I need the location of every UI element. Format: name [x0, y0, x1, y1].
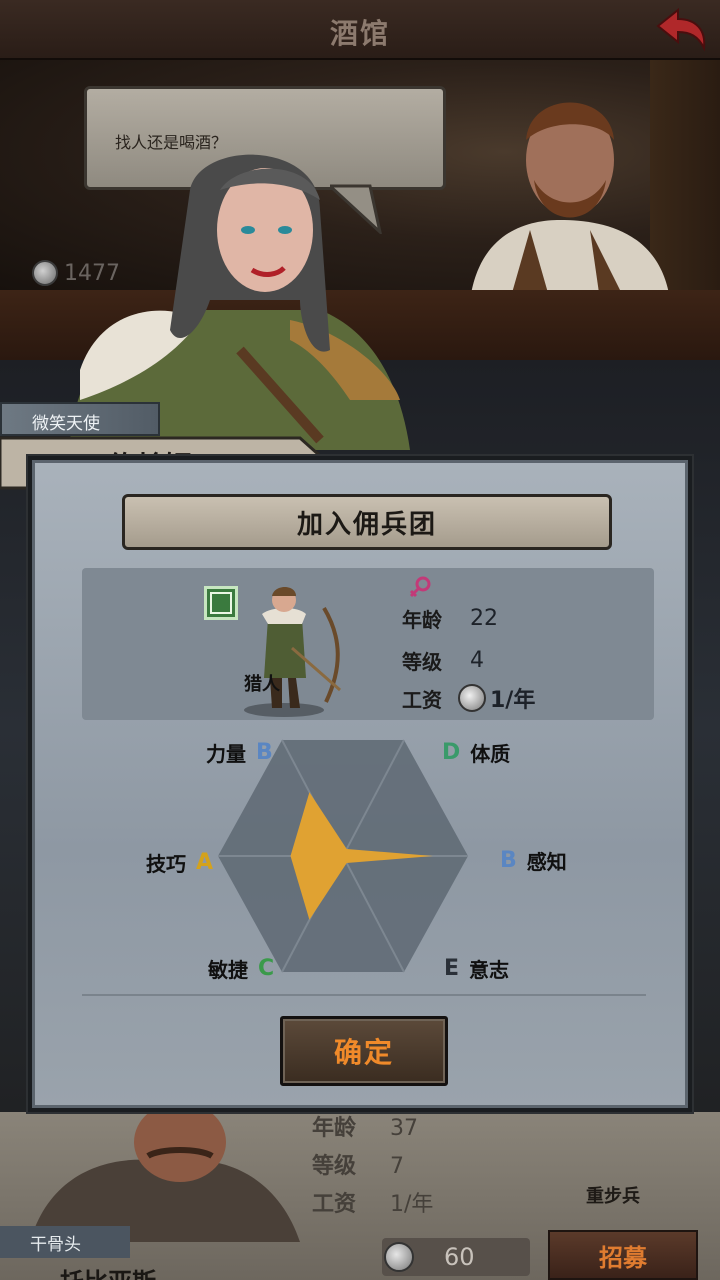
agility-grade: C [258, 956, 275, 981]
skill-grade: A [196, 850, 214, 875]
tavern-keeper-image [470, 102, 670, 300]
recruit-epithet-tag: 微笑天使 [0, 402, 160, 436]
page-title: 酒馆 [329, 17, 390, 50]
level-row: 等级 4 [402, 648, 484, 674]
coin-icon [32, 260, 58, 286]
confirm-label: 确定 [333, 1036, 394, 1069]
recruit-button[interactable]: 招募 [548, 1230, 698, 1280]
bg-wage: 工资 1/年 [312, 1192, 434, 1217]
attr-strength: 力量 B [206, 740, 273, 766]
class-label: 猎人 [244, 674, 280, 695]
perception-grade: B [500, 848, 517, 873]
back-arrow-icon[interactable] [652, 4, 712, 54]
recruit-info-panel: 猎人 年龄 22 等级 4 工资 1/年 [82, 568, 654, 720]
price-value: 60 [444, 1243, 475, 1271]
age-value: 22 [470, 606, 498, 631]
age-row: 年龄 22 [402, 606, 498, 632]
mercenary-portrait-image [30, 1112, 300, 1242]
strength-grade: B [256, 740, 273, 765]
top-bar: 酒馆 [0, 0, 720, 60]
attr-perception: B 感知 [500, 848, 567, 874]
recruit-modal: 加入佣兵团 猎人 年龄 22 等级 4 工资 1/年 力量 B D 体质 技巧 … [28, 456, 692, 1112]
bg-name: 托比亚斯 [60, 1262, 156, 1280]
modal-title: 加入佣兵团 [296, 509, 437, 540]
hunter-figure-image [244, 587, 341, 717]
wage-row: 工资 1/年 [402, 682, 535, 714]
divider [82, 994, 646, 996]
modal-header: 加入佣兵团 [122, 494, 612, 550]
bg-class-label: 重步兵 [586, 1186, 640, 1207]
will-grade: E [444, 956, 460, 981]
attr-skill: 技巧 A [146, 850, 214, 876]
constitution-grade: D [442, 740, 461, 765]
attr-constitution: D 体质 [442, 740, 511, 766]
wage-value: 1/年 [490, 688, 536, 713]
level-value: 4 [470, 648, 484, 673]
bg-epithet-tag: 干骨头 [0, 1226, 130, 1258]
female-icon [409, 576, 431, 598]
confirm-button[interactable]: 确定 [280, 1016, 448, 1086]
price-box: 60 [382, 1238, 530, 1276]
coin-icon [458, 684, 486, 712]
coin-icon [384, 1242, 414, 1272]
attr-agility: 敏捷 C [208, 956, 275, 982]
bg-age: 年龄 37 [312, 1116, 419, 1141]
bg-level: 等级 7 [312, 1154, 405, 1179]
attr-will: E 意志 [444, 956, 510, 982]
